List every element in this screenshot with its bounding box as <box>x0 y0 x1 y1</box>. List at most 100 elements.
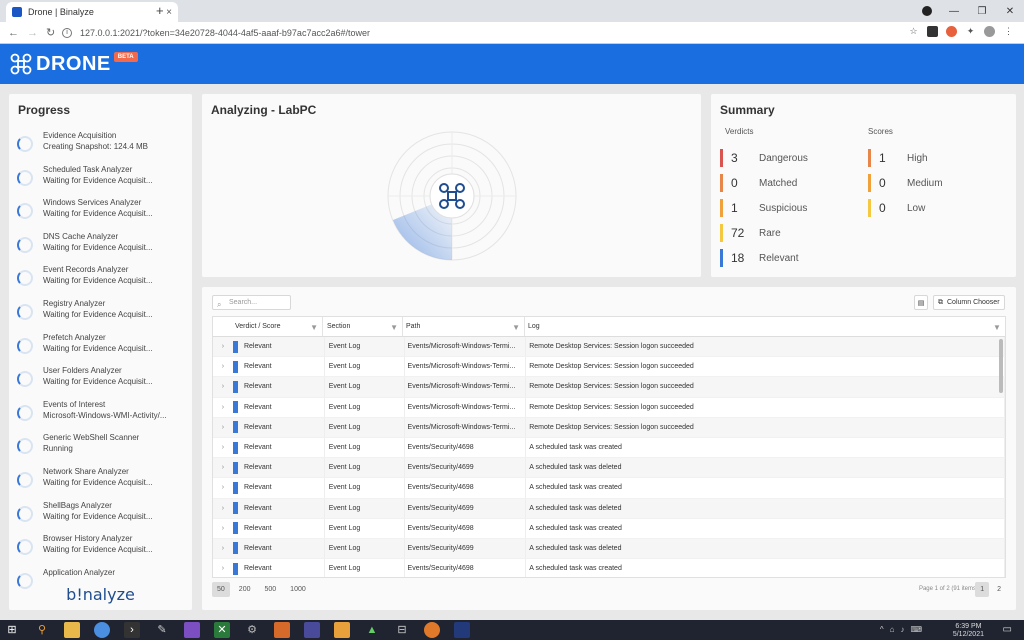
verdict-tag <box>232 441 238 454</box>
app-icon[interactable]: ⚙ <box>244 622 260 638</box>
verdict-row[interactable]: 1 Suspicious <box>720 199 807 217</box>
table-row[interactable]: › Relevant Event Log Events/Security/4699 A … <box>213 498 1005 519</box>
table-row[interactable]: › Relevant Event Log Events/Microsoft-Windo… <box>213 397 1005 418</box>
expand-row-icon[interactable]: › <box>213 357 233 376</box>
chrome-icon[interactable] <box>94 622 110 638</box>
filter-icon[interactable]: ▼ <box>993 323 1005 332</box>
page-size-option[interactable]: 200 <box>234 582 256 597</box>
url-field[interactable]: i 127.0.0.1:2021/?token=34e20728-4044-4a… <box>62 25 902 41</box>
expand-row-icon[interactable]: › <box>213 458 233 477</box>
expand-row-icon[interactable]: › <box>213 438 233 457</box>
menu-icon[interactable]: ⋮ <box>1003 26 1014 37</box>
table-row[interactable]: › Relevant Event Log Events/Microsoft-Windo… <box>213 337 1005 358</box>
expand-row-icon[interactable]: › <box>213 377 233 396</box>
col-verdict-score[interactable]: Verdict / Score ▼ <box>213 317 323 336</box>
expand-row-icon[interactable]: › <box>213 559 233 577</box>
app-icon[interactable]: ✎ <box>154 622 170 638</box>
search-icon[interactable]: ⚲ <box>34 622 50 638</box>
site-info-icon[interactable]: i <box>62 28 72 38</box>
file-explorer-icon[interactable] <box>64 622 80 638</box>
puzzle-icon[interactable]: ✦ <box>965 26 976 37</box>
forward-icon[interactable]: → <box>27 27 38 39</box>
expand-row-icon[interactable]: › <box>213 499 233 518</box>
expand-row-icon[interactable]: › <box>213 398 233 417</box>
expand-row-icon[interactable]: › <box>213 539 233 558</box>
reload-icon[interactable]: ↻ <box>46 26 55 39</box>
page-size-option[interactable]: 50 <box>212 582 230 597</box>
page-number-button[interactable]: 1 <box>975 582 990 597</box>
tab-close-icon[interactable]: × <box>166 7 172 18</box>
verdict-row[interactable]: 18 Relevant <box>720 249 798 267</box>
progress-item-status: Microsoft-Windows-WMI-Activity/... <box>43 410 167 420</box>
app-icon[interactable]: ▲ <box>364 622 380 638</box>
col-section[interactable]: Section ▼ <box>323 317 403 336</box>
app-icon[interactable] <box>424 622 440 638</box>
table-row[interactable]: › Relevant Event Log Events/Security/4699 A … <box>213 458 1005 479</box>
page-number-button[interactable]: 2 <box>992 582 1006 597</box>
page-size-option[interactable]: 1000 <box>285 582 311 597</box>
column-chooser-button[interactable]: ⧉ Column Chooser <box>933 295 1005 310</box>
browser-tab-bar: Drone | Binalyze × + — ❐ ✕ <box>0 0 1024 22</box>
extension-icon[interactable] <box>946 26 957 37</box>
table-row[interactable]: › Relevant Event Log Events/Microsoft-Windo… <box>213 377 1005 398</box>
table-row[interactable]: › Relevant Event Log Events/Microsoft-Windo… <box>213 417 1005 438</box>
progress-item: Registry Analyzer Waiting for Evidence Ac… <box>15 298 187 332</box>
chevron-up-icon[interactable]: ^ <box>880 625 884 634</box>
table-row[interactable]: › Relevant Event Log Events/Security/4698 A … <box>213 478 1005 499</box>
language-icon[interactable]: ⌨ <box>910 625 922 634</box>
excel-icon[interactable]: ✕ <box>214 622 230 638</box>
filter-icon[interactable]: ▼ <box>310 323 318 332</box>
star-icon[interactable]: ☆ <box>908 26 919 37</box>
new-tab-button[interactable]: + <box>156 3 164 18</box>
col-path[interactable]: Path ▼ <box>403 317 525 336</box>
verdict-row[interactable]: 0 Matched <box>720 174 797 192</box>
table-row[interactable]: › Relevant Event Log Events/Security/4698 A … <box>213 518 1005 539</box>
expand-row-icon[interactable]: › <box>213 418 233 437</box>
windows-start-icon[interactable]: ⊞ <box>4 622 20 638</box>
log-cell: A scheduled task was deleted <box>526 498 1005 518</box>
score-row[interactable]: 0 Low <box>868 199 925 217</box>
clock[interactable]: 6:39 PM 5/12/2021 <box>953 623 984 639</box>
progress-item-title: Generic WebShell Scanner <box>43 433 140 443</box>
profile-avatar-icon[interactable] <box>984 26 995 37</box>
app-icon[interactable] <box>304 622 320 638</box>
terminal-icon[interactable]: › <box>124 622 140 638</box>
expand-row-icon[interactable]: › <box>213 337 233 356</box>
table-row[interactable]: › Relevant Event Log Events/Security/4698 A … <box>213 559 1005 577</box>
score-row[interactable]: 0 Medium <box>868 174 943 192</box>
app-icon[interactable] <box>454 622 470 638</box>
grid-scrollbar[interactable] <box>999 339 1003 393</box>
verdict-row[interactable]: 72 Rare <box>720 224 781 242</box>
col-log[interactable]: Log ▼ <box>525 317 1005 336</box>
restore-icon[interactable]: ❐ <box>968 6 996 17</box>
volume-icon[interactable]: ♪ <box>900 625 904 634</box>
extension-icon[interactable] <box>927 26 938 37</box>
filter-icon[interactable]: ▼ <box>390 323 398 332</box>
record-icon[interactable] <box>922 6 932 16</box>
search-input[interactable]: ⌕ Search... <box>212 295 291 310</box>
verdict-tag <box>232 340 238 353</box>
visual-studio-icon[interactable] <box>184 622 200 638</box>
table-row[interactable]: › Relevant Event Log Events/Microsoft-Windo… <box>213 357 1005 378</box>
table-row[interactable]: › Relevant Event Log Events/Security/4698 A … <box>213 437 1005 459</box>
filter-icon[interactable]: ▼ <box>512 323 520 332</box>
back-icon[interactable]: ← <box>8 27 19 39</box>
app-icon[interactable] <box>274 622 290 638</box>
expand-row-icon[interactable]: › <box>213 519 233 538</box>
table-row[interactable]: › Relevant Event Log Events/Security/4699 A … <box>213 538 1005 560</box>
severity-bar <box>720 199 723 217</box>
app-icon[interactable] <box>334 622 350 638</box>
browser-tab[interactable]: Drone | Binalyze × <box>6 2 178 22</box>
expand-row-icon[interactable]: › <box>213 478 233 497</box>
network-app-icon[interactable]: ⊟ <box>394 622 410 638</box>
export-button[interactable]: ▤ <box>914 295 928 310</box>
network-icon[interactable]: ⌂ <box>890 625 895 634</box>
verdict-row[interactable]: 3 Dangerous <box>720 149 808 167</box>
close-window-icon[interactable]: ✕ <box>996 6 1024 17</box>
score-row[interactable]: 1 High <box>868 149 928 167</box>
minimize-icon[interactable]: — <box>940 6 968 17</box>
page-size-option[interactable]: 500 <box>259 582 281 597</box>
notification-icon[interactable]: ▭ <box>1003 624 1012 635</box>
verdict-count: 72 <box>731 226 745 240</box>
results-panel: ⌕ Search... ▤ ⧉ Column Chooser Verdict /… <box>202 287 1016 610</box>
